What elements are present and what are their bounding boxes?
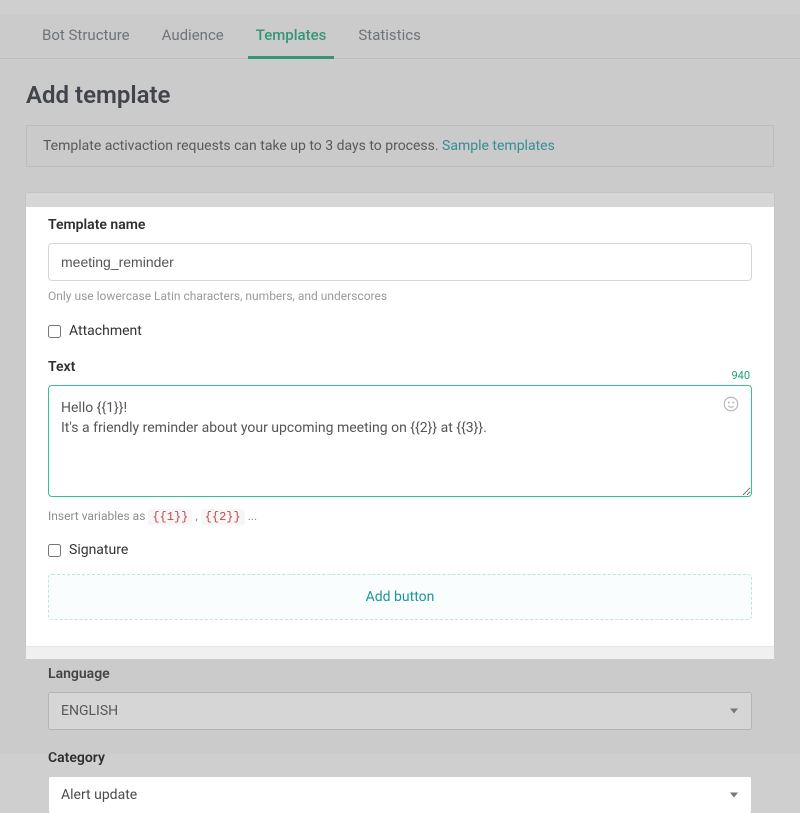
emoji-icon[interactable] bbox=[722, 395, 740, 413]
tab-audience[interactable]: Audience bbox=[146, 14, 240, 58]
variables-hint-code1: {{1}} bbox=[148, 509, 192, 525]
signature-checkbox[interactable] bbox=[48, 544, 61, 557]
attachment-label: Attachment bbox=[69, 323, 142, 339]
text-area-wrap: 940 bbox=[48, 385, 752, 501]
language-label: Language bbox=[48, 666, 752, 682]
tab-bot-structure[interactable]: Bot Structure bbox=[26, 14, 146, 58]
signature-label: Signature bbox=[69, 542, 128, 558]
template-name-input[interactable] bbox=[48, 243, 752, 281]
tab-templates[interactable]: Templates bbox=[240, 14, 343, 58]
variables-hint-comma: , bbox=[192, 509, 200, 523]
text-textarea[interactable] bbox=[48, 385, 752, 497]
variables-hint-suffix: ... bbox=[245, 509, 257, 523]
attachment-checkbox[interactable] bbox=[48, 325, 61, 338]
add-button[interactable]: Add button bbox=[48, 574, 752, 620]
variables-hint-code2: {{2}} bbox=[201, 509, 245, 525]
language-select[interactable]: ENGLISH bbox=[48, 692, 752, 730]
template-name-label: Template name bbox=[48, 217, 752, 233]
variables-hint: Insert variables as {{1}} , {{2}} ... bbox=[48, 509, 752, 524]
template-name-hint: Only use lowercase Latin characters, num… bbox=[48, 289, 752, 303]
sample-templates-link[interactable]: Sample templates bbox=[442, 138, 555, 154]
page-root: Bot Structure Audience Templates Statist… bbox=[0, 14, 800, 754]
tab-statistics[interactable]: Statistics bbox=[342, 14, 436, 58]
info-banner: Template activaction requests can take u… bbox=[26, 125, 774, 167]
category-select[interactable]: Alert update bbox=[48, 776, 752, 813]
content-area: Add template Template activaction reques… bbox=[0, 59, 800, 813]
category-label: Category bbox=[48, 750, 752, 766]
variables-hint-prefix: Insert variables as bbox=[48, 509, 148, 523]
below-card: Language ENGLISH Category Alert update bbox=[26, 646, 774, 813]
tab-bar: Bot Structure Audience Templates Statist… bbox=[0, 14, 800, 59]
template-form-card: Template name Only use lowercase Latin c… bbox=[26, 193, 774, 646]
char-counter: 940 bbox=[731, 369, 750, 382]
text-label: Text bbox=[48, 359, 752, 375]
page-title: Add template bbox=[26, 81, 774, 109]
info-banner-text: Template activaction requests can take u… bbox=[43, 138, 442, 154]
